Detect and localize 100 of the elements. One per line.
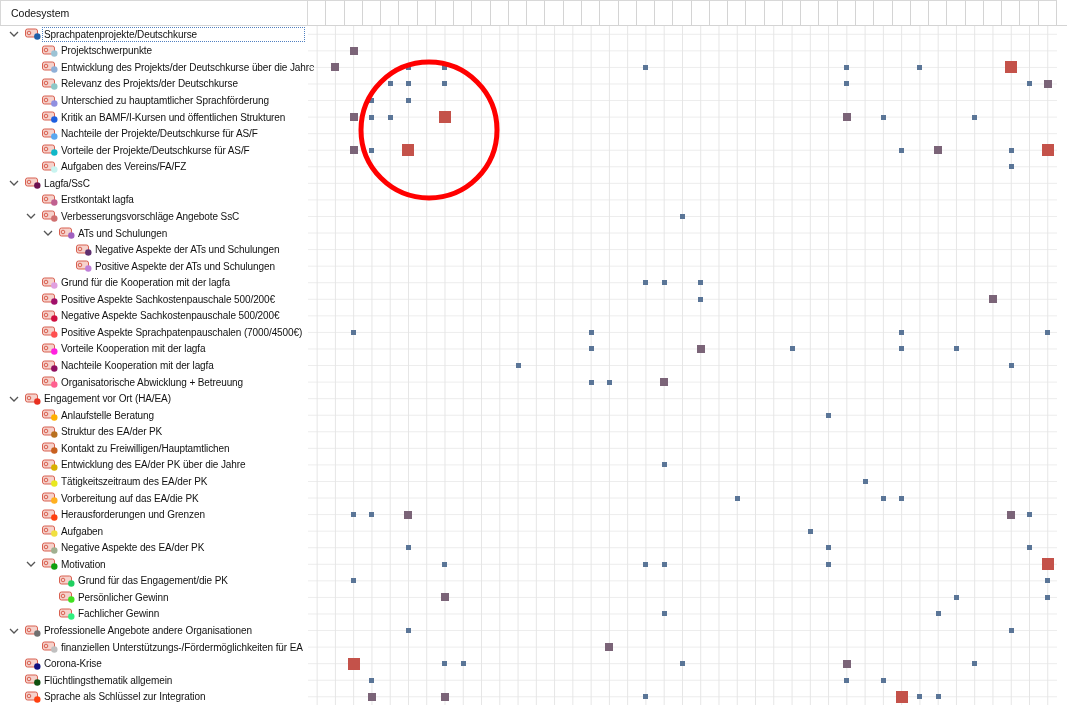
frequency-square[interactable]: [917, 64, 923, 70]
frequency-square[interactable]: [1043, 79, 1052, 88]
frequency-square[interactable]: [1045, 329, 1051, 335]
code-label[interactable]: finanziellen Unterstützungs-/Fördermöglichkeiten für EA: [59, 639, 305, 655]
frequency-square[interactable]: [369, 147, 375, 153]
frequency-square[interactable]: [1008, 363, 1014, 369]
frequency-square[interactable]: [442, 81, 448, 87]
chevron-down-icon[interactable]: [8, 394, 20, 403]
frequency-square[interactable]: [953, 346, 959, 352]
frequency-square[interactable]: [661, 462, 667, 468]
frequency-square[interactable]: [935, 694, 941, 700]
frequency-square[interactable]: [349, 113, 358, 122]
frequency-square[interactable]: [661, 611, 667, 617]
code-label[interactable]: Projektschwerpunkte: [59, 43, 154, 59]
frequency-square[interactable]: [899, 346, 905, 352]
chevron-down-icon[interactable]: [8, 626, 20, 635]
frequency-square[interactable]: [988, 295, 997, 304]
frequency-square[interactable]: [972, 661, 978, 667]
code-label[interactable]: Vorteile Kooperation mit der lagfa: [59, 341, 208, 357]
code-label[interactable]: Fachlicher Gewinn: [76, 606, 162, 622]
chevron-down-icon[interactable]: [8, 30, 20, 39]
frequency-square[interactable]: [643, 64, 649, 70]
code-label[interactable]: Professionelle Angebote andere Organisationen: [42, 623, 254, 639]
frequency-square[interactable]: [405, 628, 411, 634]
frequency-square[interactable]: [605, 643, 614, 652]
code-label[interactable]: Herausforderungen und Grenzen: [59, 507, 207, 523]
code-label[interactable]: Motivation: [59, 556, 108, 572]
code-label[interactable]: Kritik an BAMF/I-Kursen und öffentlichen Strukturen: [59, 109, 288, 125]
chevron-down-icon[interactable]: [42, 229, 54, 238]
chevron-down-icon[interactable]: [25, 560, 37, 569]
frequency-square[interactable]: [899, 329, 905, 335]
frequency-square[interactable]: [899, 495, 905, 501]
code-label[interactable]: Aufgaben des Vereins/FA/FZ: [59, 159, 189, 175]
code-label[interactable]: Relevanz des Projekts/der Deutschkurse: [59, 76, 240, 92]
frequency-square[interactable]: [331, 63, 340, 72]
code-label[interactable]: Aufgaben: [59, 523, 106, 539]
frequency-square[interactable]: [844, 677, 850, 683]
code-label[interactable]: Corona-Krise: [42, 656, 104, 672]
frequency-square[interactable]: [917, 694, 923, 700]
code-label[interactable]: Nachteile der Projekte/Deutschkurse für AS/F: [59, 126, 260, 142]
code-label[interactable]: Sprachpatenprojekte/Deutschkurse: [42, 26, 305, 42]
code-label[interactable]: Negative Aspekte des EA/der PK: [59, 540, 207, 556]
frequency-square[interactable]: [895, 690, 908, 703]
frequency-square[interactable]: [441, 593, 449, 602]
frequency-square[interactable]: [842, 113, 851, 122]
frequency-square[interactable]: [660, 378, 669, 387]
frequency-square[interactable]: [698, 280, 704, 286]
column-header[interactable]: Codesystem: [0, 0, 308, 25]
frequency-square[interactable]: [439, 111, 451, 124]
frequency-square[interactable]: [349, 146, 358, 155]
code-label[interactable]: Entwicklung des Projekts/der Deutschkurse über die Jahre: [59, 59, 317, 75]
frequency-square[interactable]: [807, 528, 813, 534]
frequency-square[interactable]: [460, 661, 466, 667]
frequency-square[interactable]: [661, 561, 667, 567]
frequency-square[interactable]: [679, 213, 685, 219]
code-label[interactable]: Positive Aspekte der ATs und Schulungen: [93, 258, 277, 274]
code-label[interactable]: Grund für das Engagement/die PK: [76, 573, 230, 589]
frequency-square[interactable]: [696, 344, 705, 353]
code-label[interactable]: Positive Aspekte Sprachpatenpauschalen (7000/4500€): [59, 324, 305, 340]
frequency-square[interactable]: [1041, 558, 1054, 571]
frequency-square[interactable]: [1005, 61, 1018, 74]
code-label[interactable]: Unterschied zu hauptamtlicher Sprachförderung: [59, 93, 271, 109]
frequency-square[interactable]: [351, 329, 357, 335]
code-label[interactable]: Vorteile der Projekte/Deutschkurse für AS/F: [59, 142, 252, 158]
code-label[interactable]: Erstkontakt lagfa: [59, 192, 136, 208]
frequency-square[interactable]: [442, 64, 448, 70]
frequency-square[interactable]: [842, 659, 851, 668]
frequency-square[interactable]: [661, 280, 667, 286]
frequency-square[interactable]: [405, 81, 411, 87]
frequency-square[interactable]: [1027, 81, 1032, 87]
code-label[interactable]: Grund für die Kooperation mit der lagfa: [59, 275, 232, 291]
frequency-square[interactable]: [844, 64, 850, 70]
frequency-square[interactable]: [588, 346, 594, 352]
frequency-square[interactable]: [899, 147, 905, 153]
frequency-square[interactable]: [935, 611, 941, 617]
frequency-square[interactable]: [351, 512, 357, 518]
frequency-square[interactable]: [405, 545, 411, 551]
frequency-square[interactable]: [369, 114, 375, 120]
frequency-square[interactable]: [953, 594, 959, 600]
code-label[interactable]: ATs und Schulungen: [76, 225, 170, 241]
frequency-square[interactable]: [369, 98, 375, 104]
frequency-square[interactable]: [606, 379, 612, 385]
frequency-square[interactable]: [1041, 144, 1054, 157]
frequency-square[interactable]: [387, 81, 393, 87]
frequency-square[interactable]: [734, 495, 740, 501]
frequency-square[interactable]: [367, 692, 376, 701]
code-label[interactable]: Engagement vor Ort (HA/EA): [42, 391, 173, 407]
frequency-square[interactable]: [643, 561, 649, 567]
frequency-square[interactable]: [1008, 164, 1014, 170]
frequency-square[interactable]: [844, 81, 850, 87]
code-label[interactable]: Vorbereitung auf das EA/die PK: [59, 490, 201, 506]
frequency-square[interactable]: [1008, 147, 1014, 153]
frequency-square[interactable]: [442, 661, 448, 667]
frequency-square[interactable]: [404, 510, 413, 519]
frequency-square[interactable]: [1045, 578, 1051, 584]
frequency-square[interactable]: [369, 677, 375, 683]
frequency-square[interactable]: [880, 114, 886, 120]
chevron-down-icon[interactable]: [25, 212, 37, 221]
code-label[interactable]: Positive Aspekte Sachkostenpauschale 500/200€: [59, 291, 277, 307]
frequency-square[interactable]: [826, 561, 832, 567]
